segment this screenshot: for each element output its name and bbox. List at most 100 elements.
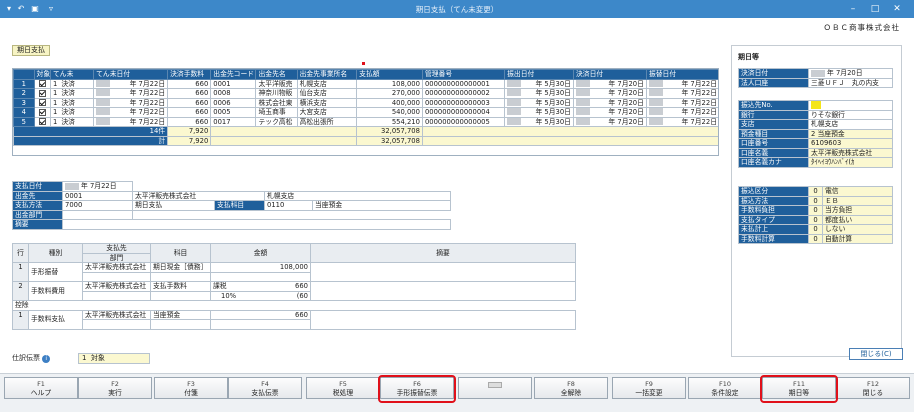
checkbox-icon[interactable] [38,99,46,106]
settle-date-cell[interactable]: 年 7月20日 [572,116,647,127]
grid-row[interactable]: 4 1 決済年 7月22日 660 0005 埼玉商事 大宮支店 540,000 0000000… [13,107,718,118]
info-icon[interactable]: i [42,355,51,363]
amount-cell[interactable]: 108,000 [356,78,423,89]
col-mgmt-no[interactable]: 管理番号 [421,69,506,80]
col-settle-date[interactable]: 決済日付 [572,69,647,80]
transfer-date-cell[interactable]: 年 7月22日 [645,97,718,108]
col-tenmi-date[interactable]: てん未日付 [93,69,169,80]
dest-office-cell[interactable]: 札幌支店 [296,78,358,89]
fee-cell[interactable]: 660 [167,107,212,118]
tenmi-status[interactable]: 1 決済 [49,107,95,118]
pay-date-field[interactable]: 年 7月22日 [62,181,133,192]
checkbox-icon[interactable] [38,89,46,97]
transfer-date-cell[interactable]: 年 7月22日 [645,88,718,99]
detail-row[interactable]: 2 手数料費用 太平洋販売株式会社 支払手数料 課税 660 [12,281,576,301]
dest-office-cell[interactable]: 横浜支店 [296,97,358,108]
checkbox-icon[interactable] [38,118,46,125]
close-icon[interactable]: ✕ [886,2,908,16]
dest-name-cell[interactable]: 埼玉商事 [255,107,298,118]
dest-name-cell[interactable]: 太平洋販売 [255,78,298,89]
amount-cell[interactable]: 400,000 [356,97,423,108]
col-fee[interactable]: 決済手数料 [167,69,212,80]
col-target[interactable]: 対象 [33,69,51,80]
dest-name-cell[interactable]: テック高松 [255,116,298,127]
fkey-f12-button[interactable]: F12 閉じる [836,377,910,399]
target-checkbox[interactable] [33,107,51,118]
fkey-f8-button[interactable]: F8 全解除 [534,377,608,399]
settle-date-cell[interactable]: 年 7月20日 [572,107,647,118]
amount-cell[interactable]: 540,000 [356,107,423,118]
target-checkbox[interactable] [33,97,51,108]
memo-field[interactable] [61,219,452,230]
target-checkbox[interactable] [33,116,51,127]
settle-date-cell[interactable]: 年 7月20日 [572,97,647,108]
fee-cell[interactable]: 660 [167,116,212,127]
grid-row[interactable]: 1 1 決済年 7月22日 660 0001 太平洋販売 札幌支店 108,000 000000… [13,78,718,89]
dest-name-cell[interactable]: 株式会社東 [255,97,298,108]
col-issue-date[interactable]: 振出日付 [504,69,574,80]
issue-date-cell[interactable]: 年 5月30日 [504,78,574,89]
issue-date-cell[interactable]: 年 5月30日 [504,116,574,127]
fkey-f3-button[interactable]: F3 付箋 [154,377,228,399]
dest-code-cell[interactable]: 0001 [210,78,257,89]
fkey-f1-button[interactable]: F1 ヘルプ [4,377,78,399]
dest-code-cell[interactable]: 0005 [210,107,257,118]
tenmi-status[interactable]: 1 決済 [49,116,95,127]
tenmi-status[interactable]: 1 決済 [49,78,95,89]
dept-field[interactable] [62,209,133,220]
col-dest-name[interactable]: 出金先名 [255,69,298,80]
transfer-date-cell[interactable]: 年 7月22日 [645,107,718,118]
tenmi-status[interactable]: 1 決済 [49,88,95,99]
fee-cell[interactable]: 660 [167,88,212,99]
mgmt-no-cell[interactable]: 000000000000004 [421,107,506,118]
mgmt-no-cell[interactable]: 000000000000002 [421,88,506,99]
grid-row[interactable]: 3 1 決済年 7月22日 660 0006 株式会社東 横浜支店 400,000 000000… [13,97,718,108]
detail-row[interactable]: 1 手形振替 太平洋販売株式会社 期日現金［債務］ 108,000 [12,262,576,282]
amount-cell[interactable]: 270,000 [356,88,423,99]
amount-cell[interactable]: 554,210 [356,116,423,127]
dest-code-cell[interactable]: 0017 [210,116,257,127]
dest-code-field[interactable]: 0001 [62,190,133,201]
settle-date-cell[interactable]: 年 7月20日 [572,88,647,99]
tenmi-date[interactable]: 年 7月22日 [93,97,169,108]
col-tenmi[interactable]: てん未 [49,69,95,80]
grid-row[interactable]: 5 1 決済年 7月22日 660 0017 テック高松 高松出張所 554,210 00000… [13,116,718,127]
col-amount[interactable]: 支払額 [356,69,423,80]
grid-row[interactable]: 2 1 決済年 7月22日 660 0008 神奈川物販 仙台支店 270,000 000000… [13,88,718,99]
mgmt-no-cell[interactable]: 000000000000005 [421,116,506,127]
target-checkbox[interactable] [33,88,51,99]
fee-cell[interactable]: 660 [167,97,212,108]
tenmi-status[interactable]: 1 決済 [49,97,95,108]
col-dest-office[interactable]: 出金先事業所名 [296,69,358,80]
dest-name-cell[interactable]: 神奈川物販 [255,88,298,99]
voucher-field[interactable]: 1 対象 [78,353,150,364]
tenmi-date[interactable]: 年 7月22日 [93,78,169,89]
col-transfer-date[interactable]: 振替日付 [645,69,718,80]
method-code-field[interactable]: 7000 [62,200,133,211]
dest-code-cell[interactable]: 0006 [210,97,257,108]
issue-date-cell[interactable]: 年 5月30日 [504,88,574,99]
deduct-row[interactable]: 1 手数料支払 太平洋販売株式会社 当座預金 660 [12,309,576,330]
dest-code-cell[interactable]: 0008 [210,88,257,99]
target-checkbox[interactable] [33,78,51,89]
tenmi-date[interactable]: 年 7月22日 [93,116,169,127]
tenmi-date[interactable]: 年 7月22日 [93,88,169,99]
settle-date-cell[interactable]: 年 7月20日 [572,78,647,89]
col-dest-code[interactable]: 出金先コード [210,69,257,80]
dest-office-cell[interactable]: 高松出張所 [296,116,358,127]
transfer-date-cell[interactable]: 年 7月22日 [645,78,718,89]
fkey-f5-button[interactable]: F5 税処理 [306,377,380,399]
transfer-date-cell[interactable]: 年 7月22日 [645,116,718,127]
fkey-f10-button[interactable]: F10 条件設定 [688,377,762,399]
dest-office-cell[interactable]: 大宮支店 [296,107,358,118]
mgmt-no-cell[interactable]: 000000000000003 [421,97,506,108]
checkbox-icon[interactable] [38,108,46,116]
tenmi-date[interactable]: 年 7月22日 [93,107,169,118]
issue-date-cell[interactable]: 年 5月30日 [504,97,574,108]
minimize-icon[interactable]: – [842,2,864,16]
issue-date-cell[interactable]: 年 5月30日 [504,107,574,118]
fkey-f2-button[interactable]: F2 実行 [78,377,152,399]
maximize-icon[interactable]: □ [864,2,886,16]
fkey-f9-button[interactable]: F9 一括変更 [612,377,686,399]
dest-office-cell[interactable]: 仙台支店 [296,88,358,99]
